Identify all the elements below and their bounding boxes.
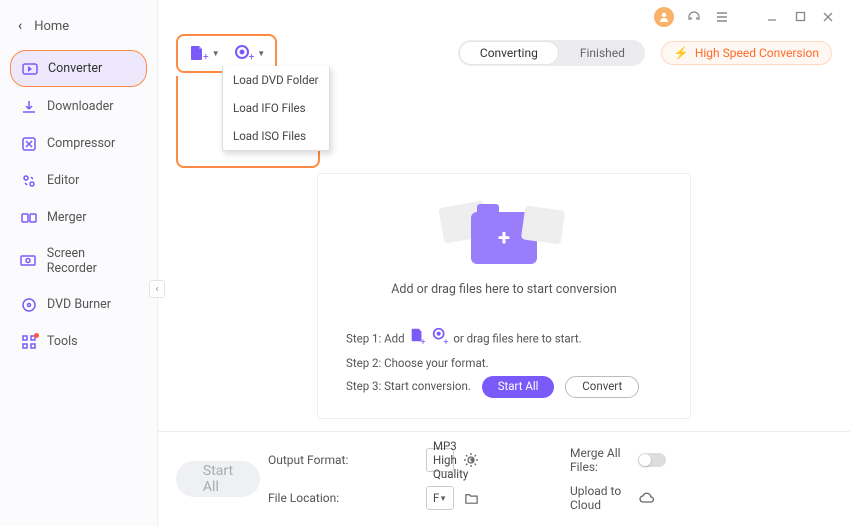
close-icon[interactable]: [820, 9, 836, 25]
sidebar-item-label: Compressor: [47, 136, 115, 151]
sidebar-item-label: Downloader: [47, 99, 114, 114]
status-tabs: Converting Finished: [458, 40, 645, 66]
output-format-label: Output Format:: [268, 453, 418, 467]
add-disc-dropdown: Load DVD Folder Load IFO Files Load ISO …: [222, 66, 330, 151]
sidebar-item-label: Screen Recorder: [47, 246, 137, 276]
convert-pill[interactable]: Convert: [565, 376, 639, 398]
home-label: Home: [34, 19, 69, 34]
tools-icon: [20, 333, 37, 350]
converter-icon: [21, 60, 38, 77]
sidebar-item-tools[interactable]: Tools: [10, 324, 147, 359]
minimize-icon[interactable]: [764, 9, 780, 25]
sidebar-item-label: Converter: [48, 61, 102, 76]
sidebar-item-compressor[interactable]: Compressor: [10, 126, 147, 161]
dropzone-message: Add or drag files here to start conversi…: [332, 282, 676, 297]
sidebar-item-label: Editor: [47, 173, 79, 188]
home-link[interactable]: ‹ Home: [0, 8, 157, 48]
support-icon[interactable]: [686, 9, 702, 25]
chevron-down-icon: ▼: [212, 49, 220, 58]
chevron-down-icon: ▼: [439, 494, 447, 503]
high-speed-button[interactable]: ⚡ High Speed Conversion: [661, 41, 832, 65]
downloader-icon: [20, 98, 37, 115]
chevron-down-icon: ▼: [257, 49, 265, 58]
collapse-sidebar-button[interactable]: ‹: [149, 280, 165, 298]
step-2: Step 2: Choose your format.: [346, 352, 662, 375]
lightning-icon: ⚡: [674, 46, 689, 60]
tab-converting[interactable]: Converting: [459, 41, 559, 65]
dropdown-item-ifo[interactable]: Load IFO Files: [223, 94, 329, 122]
sidebar-item-label: DVD Burner: [47, 297, 111, 312]
editor-icon: [20, 172, 37, 189]
cloud-icon[interactable]: [638, 489, 656, 507]
file-location-label: File Location:: [268, 491, 418, 505]
sidebar-item-dvd-burner[interactable]: DVD Burner: [10, 287, 147, 322]
step-3: Step 3: Start conversion. Start All Conv…: [346, 375, 662, 398]
main-area: + ▼ + ▼ Load DVD Folder Load IFO Files L…: [158, 0, 850, 526]
titlebar: [158, 0, 850, 33]
dropzone-illustration: +: [471, 198, 537, 282]
upload-cloud-label: Upload to Cloud: [570, 484, 630, 512]
sidebar-item-merger[interactable]: Merger: [10, 200, 147, 235]
start-all-pill[interactable]: Start All: [482, 376, 555, 398]
sidebar-item-converter[interactable]: Converter: [10, 50, 147, 87]
sidebar: ‹ Home Converter Downloader Compressor E…: [0, 0, 158, 526]
dropdown-item-iso[interactable]: Load ISO Files: [223, 122, 329, 150]
format-settings-icon[interactable]: [462, 451, 480, 469]
sidebar-item-screen-recorder[interactable]: Screen Recorder: [10, 237, 147, 285]
plus-icon: +: [498, 226, 510, 251]
add-disc-icon: +: [432, 327, 448, 352]
merge-label: Merge All Files:: [570, 446, 630, 474]
drop-zone[interactable]: + Add or drag files here to start conver…: [317, 173, 691, 419]
sidebar-item-label: Tools: [47, 334, 78, 349]
file-location-select[interactable]: F:\Wondershare UniConverter 1▼: [426, 486, 454, 510]
dropdown-item-dvd-folder[interactable]: Load DVD Folder: [223, 66, 329, 94]
sidebar-item-label: Merger: [47, 210, 87, 225]
sidebar-item-editor[interactable]: Editor: [10, 163, 147, 198]
tab-finished[interactable]: Finished: [560, 40, 645, 66]
add-source-group: + ▼ + ▼ Load DVD Folder Load IFO Files L…: [176, 34, 277, 73]
add-disc-button[interactable]: + ▼: [234, 44, 266, 63]
dvd-burner-icon: [20, 296, 37, 313]
menu-icon[interactable]: [714, 9, 730, 25]
start-all-button[interactable]: Start All: [176, 461, 260, 497]
back-icon: ‹: [18, 18, 22, 34]
merger-icon: [20, 209, 37, 226]
add-file-button[interactable]: + ▼: [188, 44, 220, 63]
avatar[interactable]: [654, 7, 674, 27]
maximize-icon[interactable]: [792, 9, 808, 25]
sidebar-item-downloader[interactable]: Downloader: [10, 89, 147, 124]
add-file-icon: +: [409, 327, 425, 352]
bottom-bar: Output Format: MP3 High Quality▼ Merge A…: [158, 431, 850, 526]
screen-recorder-icon: [20, 253, 37, 270]
output-format-select[interactable]: MP3 High Quality▼: [426, 448, 454, 472]
compressor-icon: [20, 135, 37, 152]
merge-toggle[interactable]: [638, 453, 666, 467]
open-folder-icon[interactable]: [462, 489, 480, 507]
high-speed-label: High Speed Conversion: [695, 46, 819, 60]
step-1: Step 1: Add + + or drag files here to st…: [346, 327, 662, 352]
steps-panel: Step 1: Add + + or drag files here to st…: [332, 327, 676, 398]
